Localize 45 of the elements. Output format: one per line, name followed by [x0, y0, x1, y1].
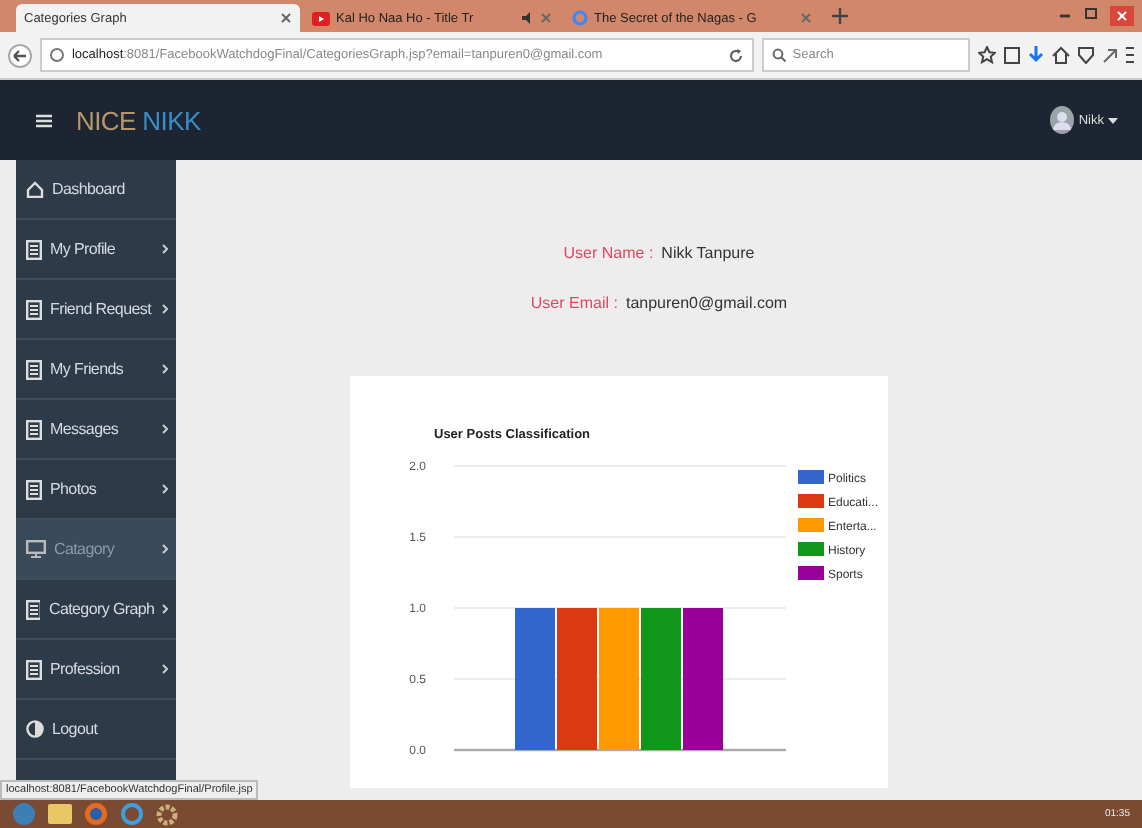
- caret-icon: [1108, 117, 1118, 123]
- new-tab-icon[interactable]: [832, 8, 848, 24]
- reload-icon[interactable]: [728, 47, 745, 63]
- avatar-icon: [1050, 106, 1075, 134]
- legend-swatch: [798, 518, 824, 532]
- close-icon[interactable]: [1110, 6, 1134, 26]
- start-icon[interactable]: [12, 802, 36, 826]
- legend-swatch: [798, 542, 824, 556]
- document-icon: [26, 419, 42, 439]
- legend-swatch: [798, 470, 824, 484]
- shield-icon[interactable]: [1078, 46, 1095, 64]
- field-label: User Name :: [563, 244, 654, 262]
- document-icon: [26, 359, 42, 379]
- chevron-icon: [162, 484, 168, 494]
- chevron-icon: [162, 424, 168, 434]
- chevron-icon: [162, 604, 168, 614]
- arrow-icon[interactable]: [1102, 47, 1118, 63]
- chevron-icon: [162, 304, 168, 314]
- brand-logo[interactable]: NICE NIKK: [76, 105, 201, 135]
- close-icon[interactable]: [280, 12, 292, 24]
- play-icon: [312, 11, 330, 25]
- search-icon: [772, 48, 787, 62]
- star-icon[interactable]: [978, 46, 997, 64]
- chevron-icon: [162, 244, 168, 254]
- gear-icon[interactable]: [156, 803, 178, 825]
- download-icon[interactable]: [1028, 46, 1045, 64]
- legend-swatch: [798, 566, 824, 580]
- document-icon: [26, 239, 42, 259]
- document-icon: [26, 299, 42, 319]
- monitor-icon: [26, 540, 46, 558]
- home-icon: [26, 180, 44, 198]
- chevron-icon: [162, 544, 168, 554]
- field-value: Nikk Tanpure: [661, 244, 755, 262]
- home-icon[interactable]: [1052, 46, 1071, 64]
- field-label: User Email :: [530, 294, 618, 312]
- legend-swatch: [798, 494, 824, 508]
- chevron-icon: [162, 364, 168, 374]
- document-icon: [26, 599, 41, 619]
- back-icon[interactable]: [8, 43, 32, 67]
- chevron-icon: [162, 664, 168, 674]
- document-icon: [26, 479, 42, 499]
- field-value: tanpuren0@gmail.com: [625, 294, 788, 312]
- speaker-icon: [522, 12, 534, 24]
- document-icon: [26, 659, 42, 679]
- restore-icon[interactable]: [1084, 6, 1098, 20]
